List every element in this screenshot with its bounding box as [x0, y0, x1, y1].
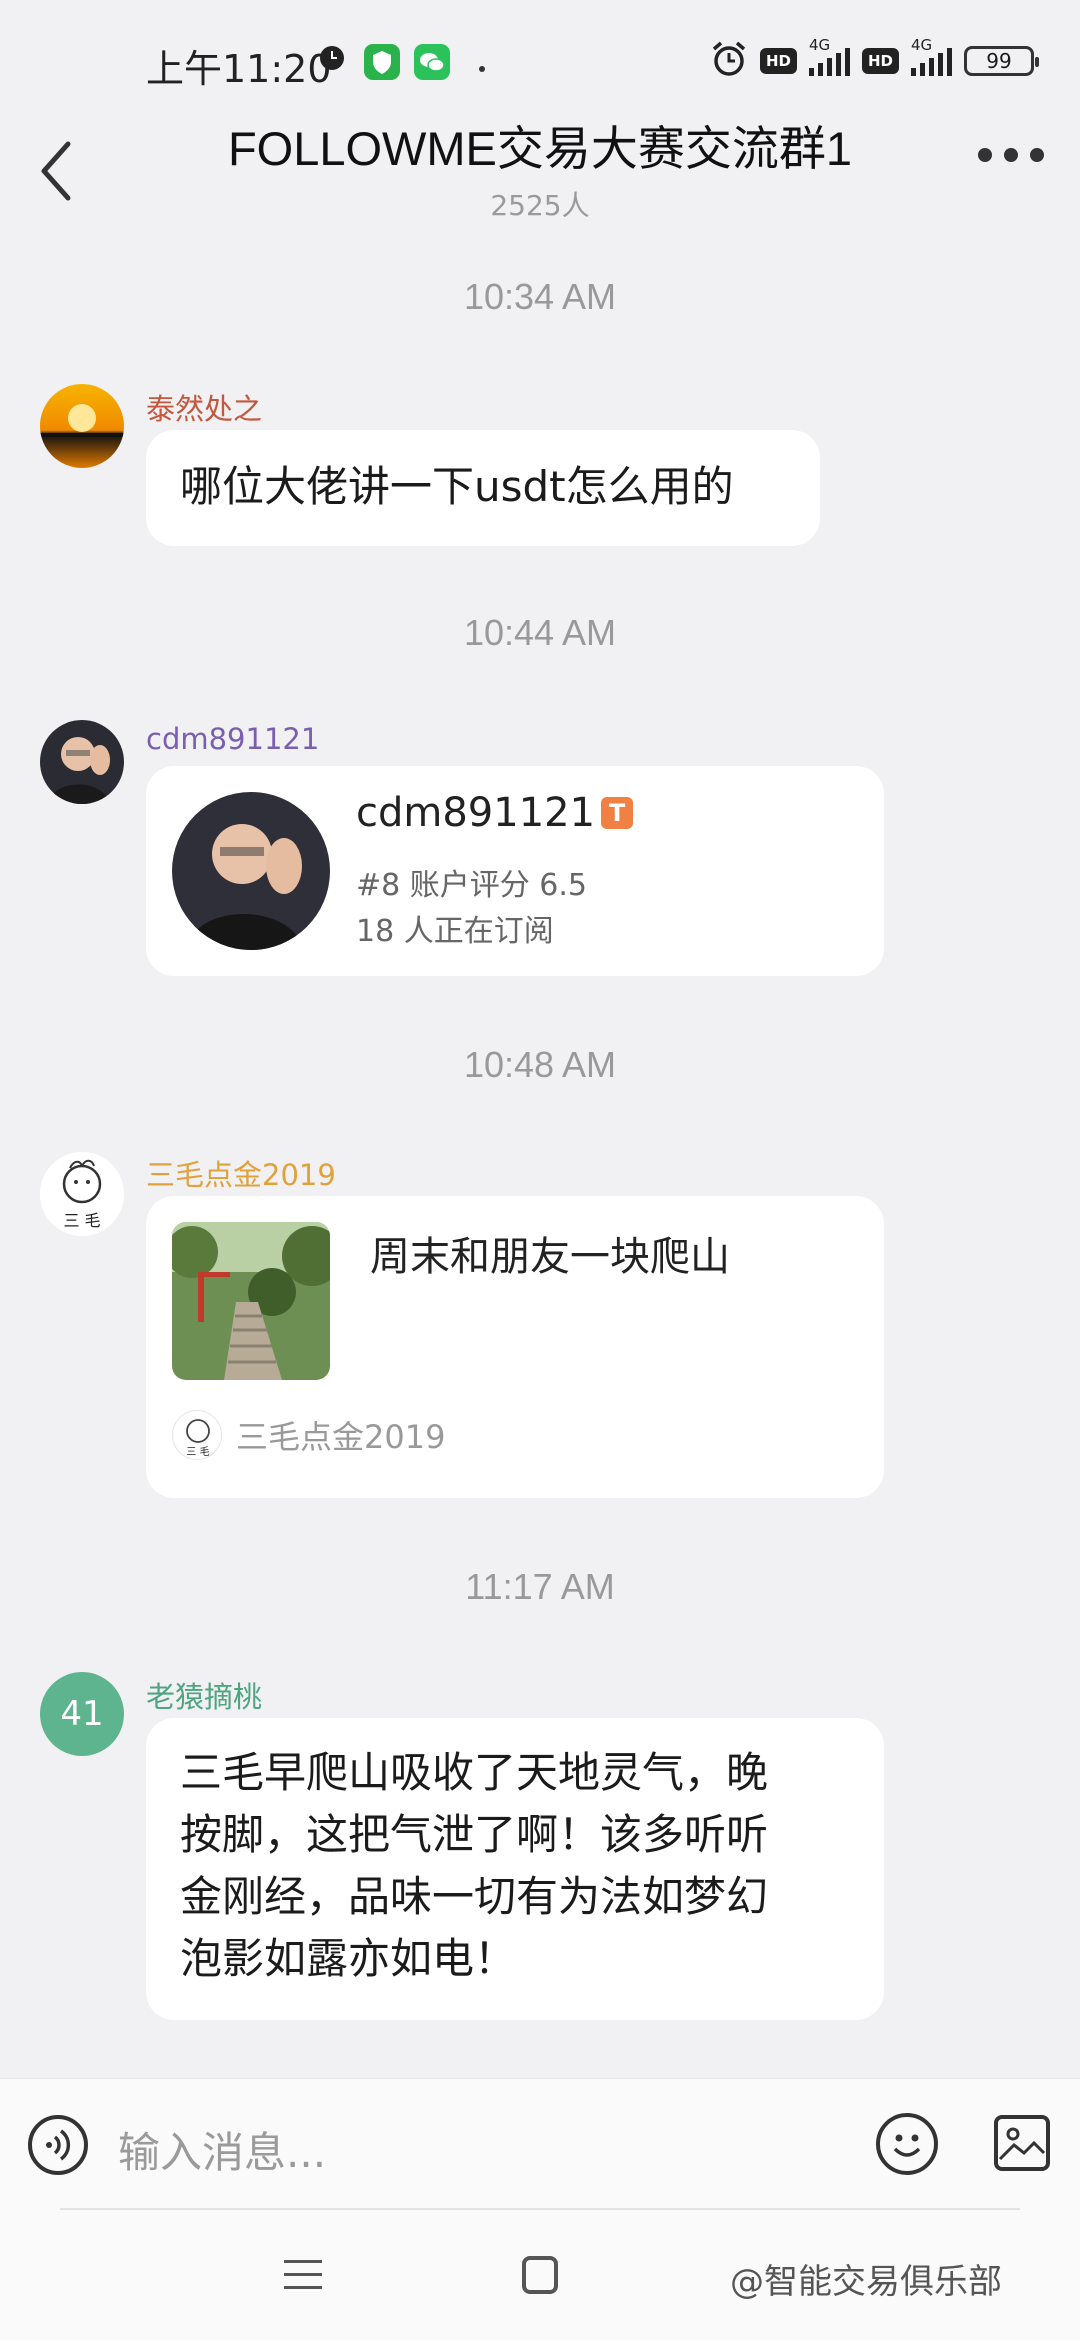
shield-icon	[364, 44, 400, 84]
avatar[interactable]	[40, 384, 124, 468]
battery-indicator: 99	[964, 46, 1039, 76]
timestamp: 10:44 AM	[463, 612, 617, 653]
sender-name-text: cdm891121	[146, 722, 320, 756]
person-avatar-image	[40, 720, 124, 804]
card-subscribers: 18 人正在订阅	[356, 914, 554, 949]
svg-text:三 毛: 三 毛	[63, 1211, 100, 1230]
chat-header: FOLLOWME交易大赛交流群1 2525人	[0, 110, 1080, 230]
status-right: HD 4G HD 4G 99	[710, 36, 1039, 82]
post-text: 周末和朋友一块爬山	[370, 1234, 730, 1280]
card-name-row: cdm891121 T	[356, 790, 634, 836]
trader-badge: T	[601, 797, 634, 829]
post-card[interactable]: 周末和朋友一块爬山 三 毛 三毛点金2019	[146, 1196, 884, 1498]
sender-name: 老猿摘桃	[146, 1674, 262, 1716]
divider	[60, 2208, 1020, 2210]
clock-icon	[318, 44, 346, 76]
message-line: 三毛早爬山吸收了天地灵气，晚	[180, 1748, 769, 1797]
timestamp: 11:17 AM	[465, 1566, 615, 1607]
wechat-icon	[414, 44, 450, 84]
more-menu-button[interactable]	[978, 148, 1044, 162]
hd-badge-2: HD	[861, 48, 899, 74]
message-line: 按脚，这把气泄了啊！该多听听	[180, 1810, 769, 1859]
cartoon-avatar-image: 三 毛	[40, 1152, 124, 1236]
message-bubble[interactable]: 三毛早爬山吸收了天地灵气，晚 按脚，这把气泄了啊！该多听听 金刚经，品味一切有为…	[146, 1718, 884, 2020]
picture-icon	[998, 2127, 1046, 2161]
image-button[interactable]	[994, 2115, 1050, 2171]
mountain-stairs-image	[172, 1222, 330, 1380]
avatar[interactable]: 41	[40, 1672, 124, 1756]
signal-icon: 4G	[808, 36, 850, 76]
avatar[interactable]	[40, 720, 124, 804]
post-author-row: 三 毛 三毛点金2019	[172, 1410, 445, 1460]
member-count: 2525人	[490, 189, 590, 222]
emoji-button[interactable]	[876, 2113, 938, 2175]
home-button[interactable]	[522, 2256, 558, 2294]
status-bar: 上午11:20 HD 4G HD 4G 99	[0, 0, 1080, 120]
post-thumbnail	[172, 1222, 330, 1380]
message-bubble[interactable]: 哪位大佬讲一下usdt怎么用的	[146, 430, 820, 546]
person-photo-image	[172, 792, 330, 950]
card-name: cdm891121	[356, 790, 596, 836]
dot-icon	[478, 58, 486, 77]
signal-icon-2: 4G	[911, 36, 952, 76]
message-input[interactable]: 输入消息...	[118, 2119, 326, 2180]
alarm-icon	[710, 40, 748, 82]
author-avatar-icon: 三 毛	[172, 1410, 222, 1460]
timestamp: 10:48 AM	[463, 1044, 617, 1085]
sender-name: cdm891121	[146, 722, 319, 756]
timestamp: 10:34 AM	[463, 276, 617, 317]
profile-card[interactable]: cdm891121 T #8 账户评分 6.5 18 人正在订阅	[146, 766, 884, 976]
watermark: @智能交易俱乐部	[730, 2262, 1002, 2302]
avatar-initials: 41	[60, 1694, 104, 1734]
dot	[1030, 148, 1044, 162]
voice-input-button[interactable]	[28, 2115, 88, 2175]
sender-name: 泰然处之	[146, 386, 262, 428]
group-title: FOLLOWME交易大赛交流群1	[227, 122, 853, 175]
sender-name-text: 三毛点金2019	[146, 1158, 336, 1192]
message-text: 哪位大佬讲一下usdt怎么用的	[180, 462, 734, 511]
smile-icon	[893, 2134, 921, 2157]
dot	[978, 148, 992, 162]
sender-name: 三毛点金2019	[146, 1152, 336, 1194]
avatar[interactable]: 三 毛	[40, 1152, 124, 1236]
hd-badge: HD	[759, 48, 797, 74]
voice-icon	[46, 2129, 71, 2161]
message-input-bar: 输入消息...	[0, 2078, 1080, 2212]
card-rank: #8 账户评分 6.5	[356, 868, 588, 903]
message-line: 泡影如露亦如电！	[180, 1934, 517, 1983]
status-time: 上午11:20	[146, 47, 332, 91]
svg-text:三 毛: 三 毛	[186, 1446, 209, 1458]
message-line: 金刚经，品味一切有为法如梦幻	[180, 1872, 769, 1921]
post-author: 三毛点金2019	[236, 1418, 446, 1456]
sender-name-text: 泰然处之	[146, 392, 263, 426]
message-text: 三毛早爬山吸收了天地灵气，晚 按脚，这把气泄了啊！该多听听 金刚经，品味一切有为…	[180, 1742, 768, 1990]
sender-name-text: 老猿摘桃	[146, 1680, 263, 1714]
sunset-avatar-image	[40, 384, 124, 468]
profile-photo	[172, 792, 330, 950]
recent-apps-button[interactable]	[284, 2260, 322, 2299]
dot	[1004, 148, 1018, 162]
